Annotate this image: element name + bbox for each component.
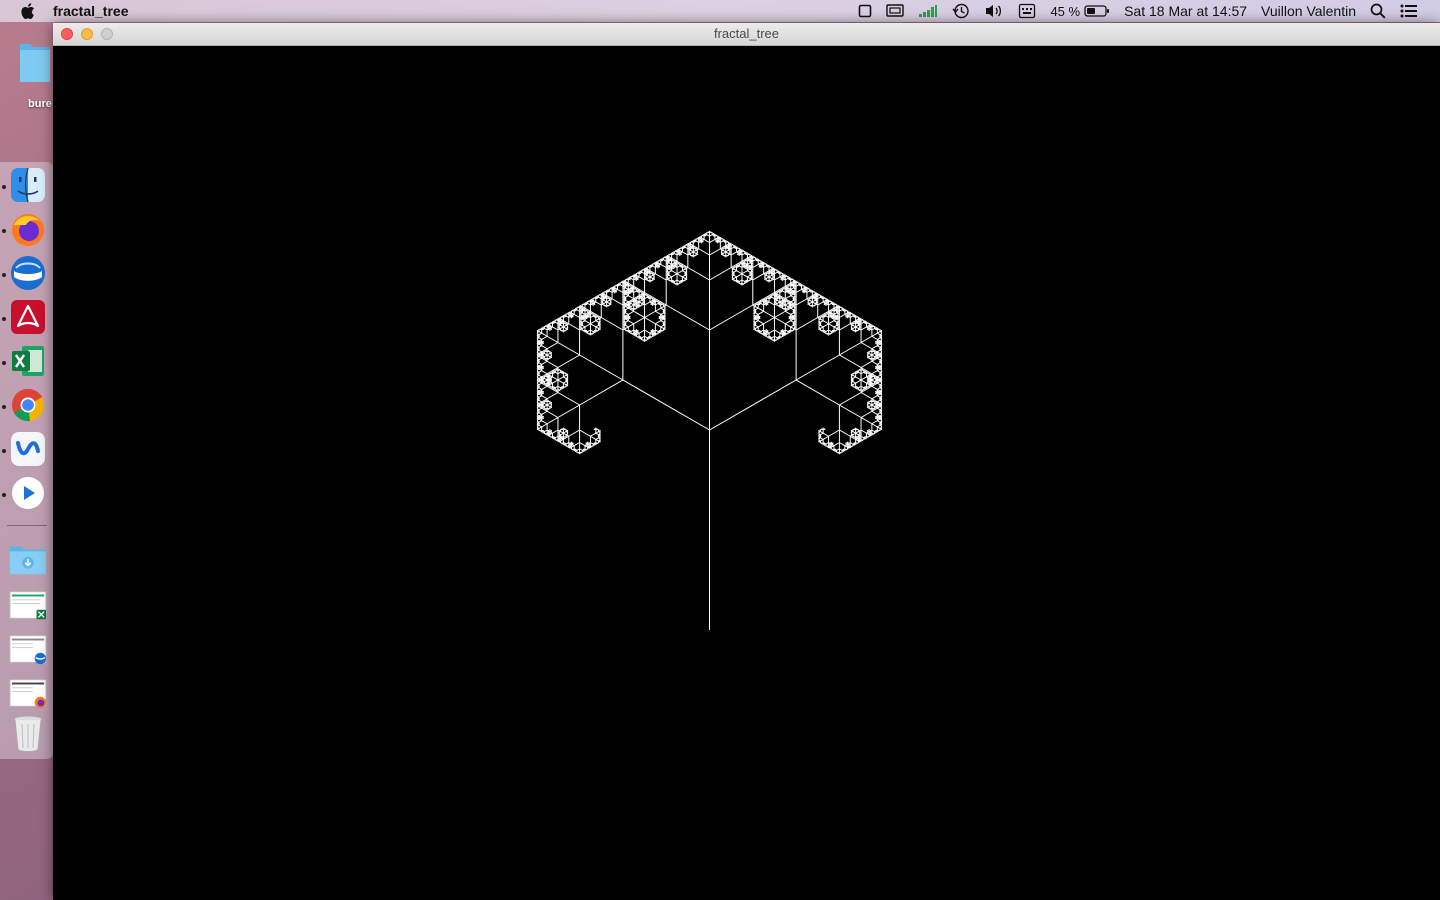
fractal-canvas	[536, 230, 883, 630]
running-indicator	[2, 273, 6, 277]
dock-separator	[7, 525, 47, 526]
spotlight-search-icon[interactable]	[1370, 0, 1386, 22]
menu-bar: fractal_tree 45 % Sat 18 Mar at 14:57 Vu…	[0, 0, 1440, 22]
running-indicator	[2, 317, 6, 321]
thunderbird-icon[interactable]	[9, 254, 47, 292]
battery-percent: 45 %	[1050, 3, 1081, 19]
running-indicator	[2, 229, 6, 233]
desktop-folder-label[interactable]: bure	[28, 98, 52, 110]
signal-bars-icon[interactable]	[918, 0, 938, 22]
running-indicator	[2, 185, 6, 189]
running-indicator	[2, 493, 6, 497]
chrome-icon[interactable]	[9, 386, 47, 424]
apple-icon[interactable]	[21, 3, 35, 19]
screen-mirroring-icon[interactable]	[886, 0, 905, 22]
volume-icon[interactable]	[984, 0, 1004, 22]
user-name[interactable]: Vuillon Valentin	[1261, 3, 1356, 19]
input-keyboard-icon[interactable]	[1018, 0, 1036, 22]
quicktime-player-icon[interactable]	[9, 474, 47, 512]
excel-document-icon[interactable]	[9, 586, 47, 624]
acrobat-reader-icon[interactable]	[9, 298, 47, 336]
app-name-menu[interactable]: fractal_tree	[53, 3, 129, 19]
desktop-folder-icon[interactable]	[18, 40, 52, 84]
display-icon[interactable]	[858, 0, 872, 22]
window-title: fractal_tree	[713, 26, 780, 41]
trash-icon[interactable]	[9, 714, 47, 752]
time-machine-icon[interactable]	[952, 0, 970, 22]
firefox-document-icon[interactable]	[9, 674, 47, 712]
fractal-tree	[536, 230, 883, 630]
running-indicator	[2, 449, 6, 453]
downloads-folder-icon[interactable]	[9, 540, 47, 578]
battery-icon[interactable]	[1084, 0, 1110, 22]
notification-center-icon[interactable]	[1400, 0, 1418, 22]
window-titlebar[interactable]: fractal_tree	[53, 23, 1440, 46]
clock[interactable]: Sat 18 Mar at 14:57	[1124, 3, 1247, 19]
app-window: fractal_tree	[53, 23, 1440, 900]
dock	[0, 162, 53, 759]
thunderbird-document-icon[interactable]	[9, 630, 47, 668]
status-area: 45 % Sat 18 Mar at 14:57 Vuillon Valenti…	[858, 0, 1440, 22]
cisco-webex-icon[interactable]	[9, 430, 47, 468]
running-indicator	[2, 405, 6, 409]
finder-icon[interactable]	[9, 166, 47, 204]
running-indicator	[2, 361, 6, 365]
firefox-icon[interactable]	[9, 210, 47, 248]
excel-icon[interactable]	[9, 342, 47, 380]
